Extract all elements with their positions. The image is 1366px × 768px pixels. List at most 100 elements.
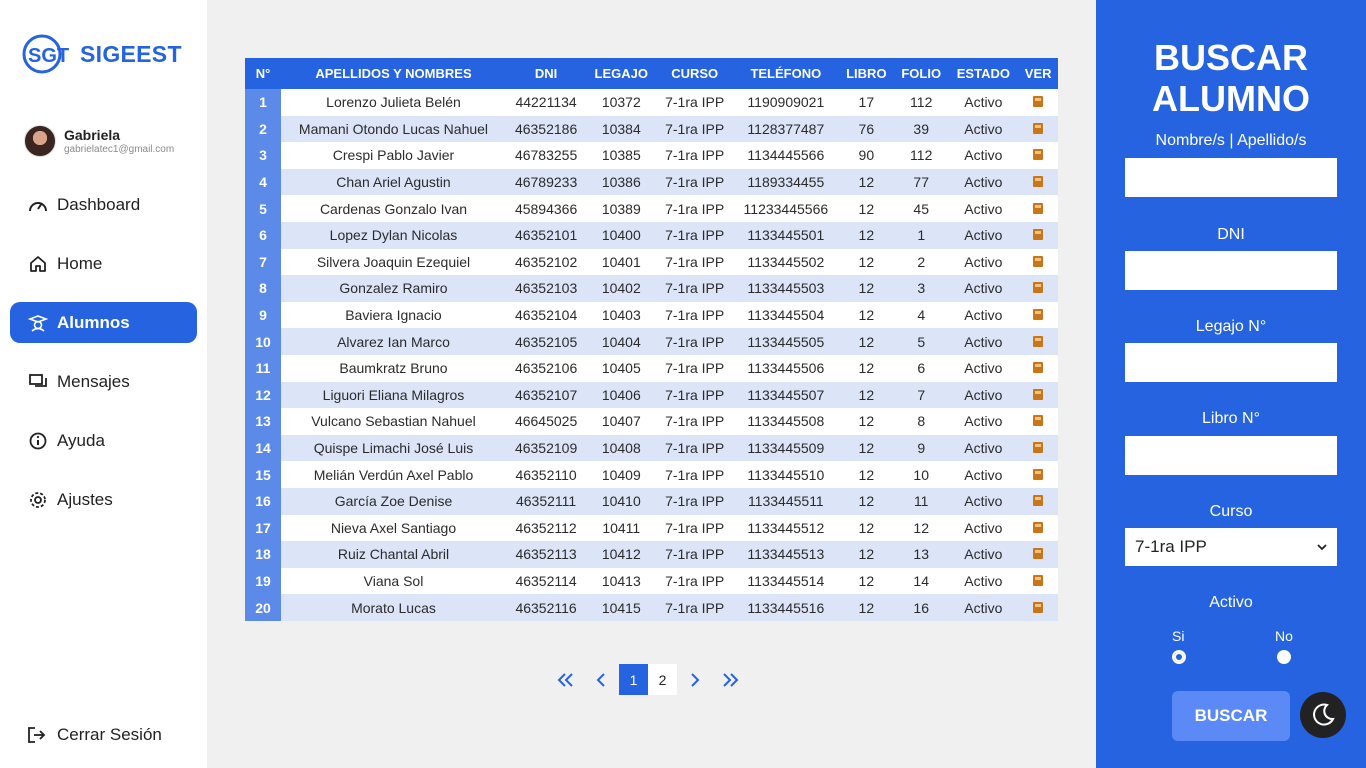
ver-cell: [1018, 541, 1058, 568]
book-icon[interactable]: [1033, 282, 1044, 294]
libro-cell: 12: [838, 275, 894, 302]
libro-cell: 12: [838, 567, 894, 595]
book-icon[interactable]: [1033, 468, 1044, 480]
book-icon[interactable]: [1033, 176, 1044, 188]
table-row: 6 Lopez Dylan Nicolas 46352101 10400 7-1ra I…: [245, 221, 1058, 249]
book-icon[interactable]: [1033, 362, 1044, 374]
page-2-button[interactable]: 2: [648, 664, 677, 695]
prev-page-button[interactable]: [583, 664, 619, 695]
legajo-cell: 10384: [586, 115, 657, 143]
curso-select[interactable]: 7-1ra IPP: [1125, 528, 1337, 566]
folio-cell: 14: [893, 567, 949, 595]
estado-cell: Activo: [948, 248, 1019, 276]
row-number: 18: [245, 541, 281, 568]
students-table: N° APELLIDOS Y NOMBRES DNI LEGAJO CURSO TELÉF…: [245, 58, 1058, 621]
libro-input[interactable]: [1125, 436, 1337, 475]
table-row: 15 Melián Verdún Axel Pablo 46352110 10409 7…: [245, 461, 1058, 488]
first-page-button[interactable]: [547, 664, 583, 695]
student-name: Alvarez Ian Marco: [281, 328, 506, 355]
legajo-cell: 10411: [586, 514, 657, 542]
last-page-button[interactable]: [713, 664, 749, 695]
legajo-cell: 10415: [586, 594, 657, 621]
ver-cell: [1018, 89, 1058, 116]
column-header: APELLIDOS Y NOMBRES: [281, 58, 506, 89]
book-icon[interactable]: [1033, 255, 1044, 267]
book-icon[interactable]: [1033, 149, 1044, 161]
row-number: 20: [245, 594, 281, 621]
page-1-button[interactable]: 1: [619, 664, 648, 695]
legajo-cell: 10386: [586, 168, 657, 196]
libro-cell: 12: [838, 408, 894, 435]
user-profile[interactable]: Gabriela gabrielatec1@gmail.com: [24, 125, 174, 157]
book-icon[interactable]: [1033, 601, 1044, 613]
legajo-cell: 10408: [586, 434, 657, 462]
row-number: 16: [245, 487, 281, 515]
folio-cell: 6: [893, 354, 949, 382]
dark-mode-toggle[interactable]: [1300, 692, 1346, 738]
book-icon[interactable]: [1033, 96, 1044, 108]
no-radio[interactable]: [1277, 650, 1291, 664]
ver-cell: [1018, 142, 1058, 169]
table-row: 18 Ruiz Chantal Abril 46352113 10412 7-1ra I…: [245, 541, 1058, 568]
legajo-cell: 10389: [586, 195, 657, 222]
nav-item-mensajes[interactable]: Mensajes: [10, 361, 197, 402]
telefono-cell: 1190909021: [732, 89, 839, 116]
chevron-left-icon: [596, 672, 605, 687]
dni-cell: 46352101: [505, 221, 587, 249]
main-nav: Dashboard Home Alumnos Mensajes Ayuda Aj…: [10, 184, 197, 538]
book-icon[interactable]: [1033, 574, 1044, 586]
estado-cell: Activo: [948, 408, 1019, 435]
nav-item-ajustes[interactable]: Ajustes: [10, 479, 197, 520]
gear-icon: [27, 489, 49, 511]
nav-item-ayuda[interactable]: Ayuda: [10, 420, 197, 461]
next-page-button[interactable]: [677, 664, 713, 695]
column-header: ESTADO: [948, 58, 1019, 89]
legajo-label: Legajo N°: [1195, 318, 1267, 335]
dni-cell: 46789233: [505, 168, 587, 196]
estado-cell: Activo: [948, 381, 1019, 409]
student-icon: [27, 312, 49, 334]
user-email: gabrielatec1@gmail.com: [64, 144, 175, 155]
nav-item-home[interactable]: Home: [10, 243, 197, 284]
name-input[interactable]: [1125, 158, 1337, 197]
nav-item-dashboard[interactable]: Dashboard: [10, 184, 197, 225]
app-logo[interactable]: SGT SIGEEST: [22, 32, 182, 76]
libro-label: Libro N°: [1202, 410, 1260, 427]
libro-cell: 90: [838, 142, 894, 169]
table-row: 19 Viana Sol 46352114 10413 7-1ra IPP 1133445…: [245, 567, 1058, 595]
telefono-cell: 1133445507: [732, 381, 839, 409]
legajo-cell: 10401: [586, 248, 657, 276]
row-number: 17: [245, 514, 281, 542]
book-icon[interactable]: [1033, 122, 1044, 134]
telefono-cell: 1133445514: [732, 567, 839, 595]
search-button[interactable]: BUSCAR: [1172, 691, 1290, 741]
book-icon[interactable]: [1033, 415, 1044, 427]
legajo-cell: 10409: [586, 461, 657, 488]
book-icon[interactable]: [1033, 309, 1044, 321]
dni-input[interactable]: [1125, 251, 1337, 290]
user-name: Gabriela: [64, 127, 121, 143]
ver-cell: [1018, 408, 1058, 435]
libro-cell: 76: [838, 115, 894, 143]
ver-cell: [1018, 487, 1058, 515]
book-icon[interactable]: [1033, 442, 1044, 454]
book-icon[interactable]: [1033, 335, 1044, 347]
book-icon[interactable]: [1033, 388, 1044, 400]
book-icon[interactable]: [1033, 202, 1044, 214]
book-icon[interactable]: [1033, 548, 1044, 560]
curso-cell: 7-1ra IPP: [656, 115, 733, 143]
nav-label: Alumnos: [57, 312, 130, 332]
nav-item-alumnos[interactable]: Alumnos: [10, 302, 197, 343]
book-icon[interactable]: [1033, 495, 1044, 507]
telefono-cell: 1133445508: [732, 408, 839, 435]
ver-cell: [1018, 275, 1058, 302]
table-row: 5 Cardenas Gonzalo Ivan 45894366 10389 7-1ra…: [245, 195, 1058, 222]
book-icon[interactable]: [1033, 521, 1044, 533]
telefono-cell: 1133445512: [732, 514, 839, 542]
si-radio[interactable]: [1172, 650, 1186, 664]
legajo-input[interactable]: [1125, 343, 1337, 382]
row-number: 8: [245, 275, 281, 302]
logout-button[interactable]: Cerrar Sesión: [27, 724, 162, 746]
book-icon[interactable]: [1033, 229, 1044, 241]
curso-cell: 7-1ra IPP: [656, 514, 733, 542]
